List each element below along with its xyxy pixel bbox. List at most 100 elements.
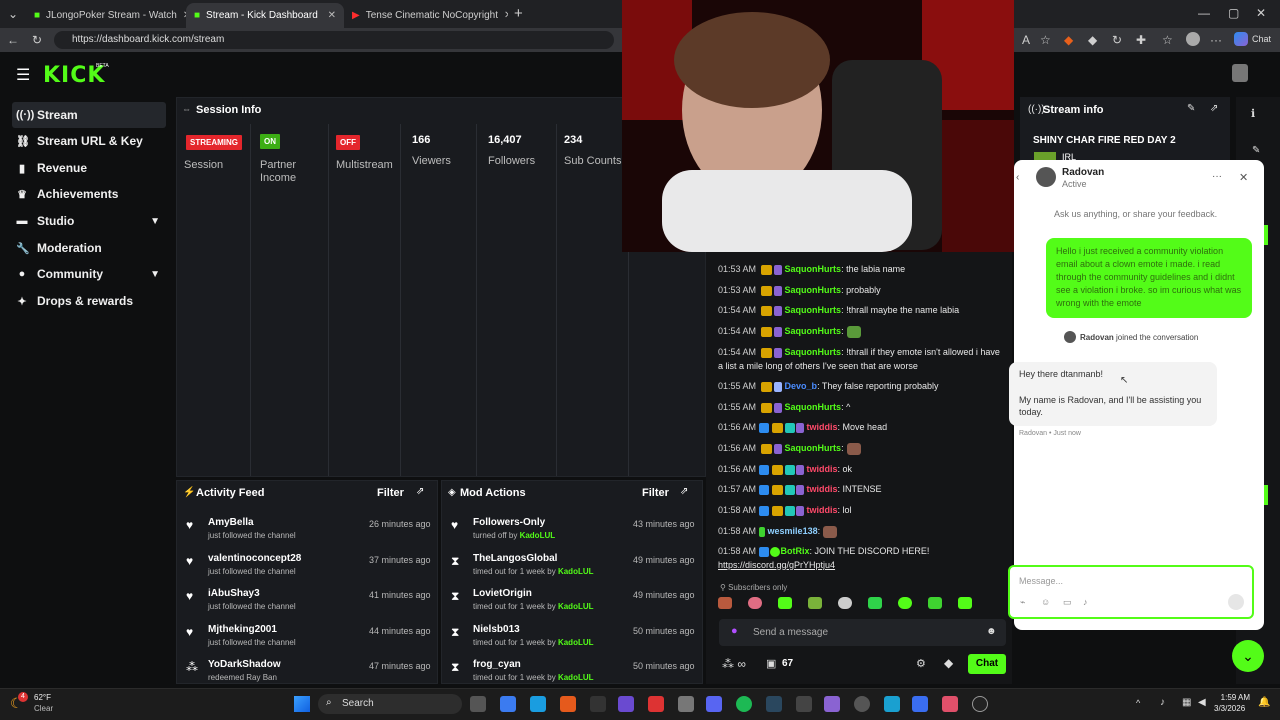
moderator-name[interactable]: KadoLUL	[520, 531, 556, 540]
edit-icon[interactable]: ✎	[1252, 145, 1260, 156]
read-aloud-icon[interactable]: A	[1022, 33, 1030, 47]
moderator-name[interactable]: KadoLUL	[558, 567, 594, 576]
clock-time[interactable]: 1:59 AM	[1220, 693, 1250, 702]
app-icon[interactable]	[618, 696, 634, 712]
app-icon[interactable]	[884, 696, 900, 712]
url-field[interactable]: https://dashboard.kick.com/stream	[54, 31, 614, 49]
points-icon[interactable]: ⁂ ∞	[722, 657, 746, 671]
favorite-star-icon[interactable]: ☆	[1040, 33, 1051, 47]
back-chevron-icon[interactable]: ‹	[1016, 172, 1019, 183]
sidebar-item-community[interactable]: ● Community ▼	[12, 261, 166, 287]
edit-pencil-icon[interactable]: ✎	[1187, 103, 1195, 114]
sidebar-item-studio[interactable]: ▬ Studio ▼	[12, 208, 166, 234]
chat-username[interactable]: twiddis	[807, 484, 838, 494]
moderator-name[interactable]: KadoLUL	[558, 673, 594, 682]
mod-action-name[interactable]: Nielsb013	[473, 624, 520, 635]
sidebar-item-stream[interactable]: ((·)) Stream	[12, 102, 166, 128]
app-icon[interactable]	[854, 696, 870, 712]
emoji-icon[interactable]: ☻	[986, 626, 997, 637]
sidebar-item-drops[interactable]: ✦ Drops & rewards	[12, 288, 166, 314]
extension-icon[interactable]: ◆	[1064, 33, 1073, 47]
chat-username[interactable]: Devo_b	[785, 381, 818, 391]
favorites-icon[interactable]: ☆	[1162, 33, 1173, 47]
microphone-tray-icon[interactable]: ♪	[1160, 697, 1165, 708]
copilot-icon[interactable]	[1234, 32, 1248, 46]
activity-filter-button[interactable]: Filter	[377, 487, 404, 499]
taskbar-search[interactable]	[318, 694, 462, 714]
tab-youtube[interactable]: ▶ Tense Cinematic NoCopyright ✕	[344, 3, 508, 28]
mod-action-name[interactable]: LovietOrigin	[473, 588, 532, 599]
task-view-icon[interactable]	[470, 696, 486, 712]
mod-action-name[interactable]: frog_cyan	[473, 659, 521, 670]
gift-icon[interactable]: ▣	[766, 657, 776, 670]
app-icon[interactable]	[942, 696, 958, 712]
reload-icon[interactable]: ↻	[32, 33, 42, 47]
new-tab-button[interactable]: +	[514, 5, 523, 22]
moderator-name[interactable]: KadoLUL	[558, 602, 594, 611]
profile-avatar[interactable]	[1186, 32, 1200, 46]
app-icon[interactable]	[796, 696, 812, 712]
chat-username[interactable]: SaquonHurts	[785, 347, 842, 357]
activity-name[interactable]: Mjtheking2001	[208, 624, 277, 635]
tray-chevron-icon[interactable]: ^	[1136, 698, 1140, 708]
microphone-icon[interactable]: ●	[731, 625, 738, 637]
close-widget-icon[interactable]: ✕	[1239, 171, 1248, 184]
app-icon[interactable]	[648, 696, 664, 712]
emote-icon[interactable]	[928, 597, 942, 609]
sidebar-item-moderation[interactable]: 🔧 Moderation	[12, 235, 166, 261]
emote-icon[interactable]	[808, 597, 822, 609]
sidebar-item-stream-url[interactable]: ⛓ Stream URL & Key	[12, 128, 166, 154]
mod-view-icon[interactable]: ◆	[944, 656, 953, 670]
maximize-icon[interactable]: ▢	[1228, 6, 1239, 20]
extension-icon[interactable]: ◆	[1088, 33, 1097, 47]
windows-start-icon[interactable]	[294, 696, 310, 712]
hamburger-menu-icon[interactable]: ☰	[16, 65, 30, 85]
chat-username[interactable]: SaquonHurts	[785, 264, 842, 274]
network-icon[interactable]: ▦	[1182, 697, 1191, 708]
user-avatar[interactable]	[1232, 64, 1248, 82]
chat-username[interactable]: twiddis	[807, 505, 838, 515]
app-icon[interactable]	[590, 696, 606, 712]
microphone-icon[interactable]: ♪	[1083, 597, 1088, 607]
edge-icon[interactable]	[530, 696, 546, 712]
chat-username[interactable]: SaquonHurts	[785, 443, 842, 453]
discord-icon[interactable]	[706, 696, 722, 712]
popout-icon[interactable]: ⇗	[416, 486, 424, 497]
emote-icon[interactable]	[838, 597, 852, 609]
sidebar-item-revenue[interactable]: ▮ Revenue	[12, 155, 166, 181]
copilot-icon[interactable]	[500, 696, 516, 712]
gif-icon[interactable]: ▭	[1063, 597, 1072, 608]
emote-icon[interactable]	[748, 597, 762, 609]
mod-action-name[interactable]: Followers-Only	[473, 517, 545, 528]
chat-username[interactable]: twiddis	[807, 422, 838, 432]
tab-kick-dashboard[interactable]: ■ Stream - Kick Dashboard ✕	[186, 3, 344, 28]
attach-icon[interactable]: ⌁	[1020, 597, 1025, 608]
volume-icon[interactable]: ◀	[1198, 697, 1206, 708]
firefox-icon[interactable]	[560, 696, 576, 712]
notifications-bell-icon[interactable]: 🔔	[1258, 697, 1270, 708]
activity-name[interactable]: valentinoconcept28	[208, 553, 301, 564]
settings-gear-icon[interactable]: ⚙	[916, 657, 926, 670]
chat-username[interactable]: wesmile138	[768, 526, 818, 536]
emote-icon[interactable]	[778, 597, 792, 609]
emote-icon[interactable]	[868, 597, 882, 609]
chat-username[interactable]: SaquonHurts	[785, 305, 842, 315]
app-icon[interactable]	[972, 696, 988, 712]
discord-link[interactable]: https://discord.gg/gPrYHptju4	[718, 560, 835, 570]
chat-username[interactable]: twiddis	[807, 464, 838, 474]
support-message-input[interactable]	[1008, 565, 1254, 619]
more-options-icon[interactable]: ···	[1212, 171, 1222, 182]
app-icon[interactable]	[912, 696, 928, 712]
chat-username[interactable]: SaquonHurts	[785, 402, 842, 412]
emoji-icon[interactable]: ☺	[1041, 597, 1050, 607]
refresh-extension-icon[interactable]: ↻	[1112, 33, 1122, 47]
send-message-button[interactable]	[1228, 594, 1244, 610]
chat-username[interactable]: SaquonHurts	[785, 326, 842, 336]
mod-action-name[interactable]: TheLangosGlobal	[473, 553, 557, 564]
popout-icon[interactable]: ⇗	[680, 486, 688, 497]
emote-icon[interactable]	[958, 597, 972, 609]
back-icon[interactable]: ←	[7, 33, 19, 47]
clock-date[interactable]: 3/3/2026	[1214, 704, 1245, 713]
activity-name[interactable]: YoDarkShadow	[208, 659, 281, 670]
mod-filter-button[interactable]: Filter	[642, 487, 669, 499]
